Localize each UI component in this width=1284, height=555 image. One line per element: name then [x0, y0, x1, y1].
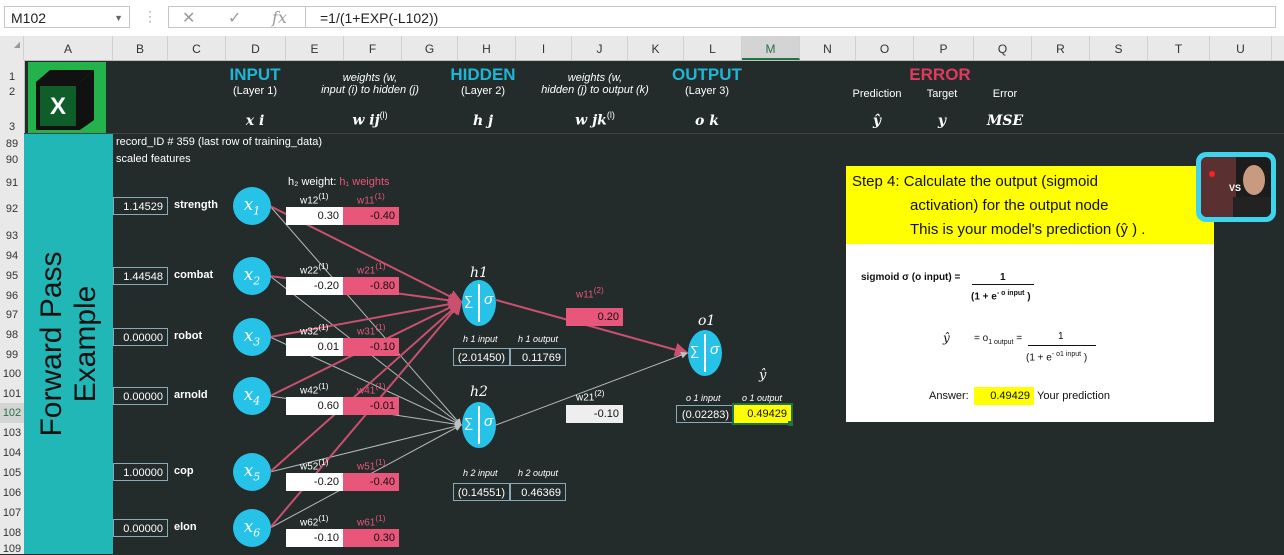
- yhat-eq: = o1 output =: [974, 333, 1023, 346]
- sigmoid-fraction-bar: [972, 284, 1034, 285]
- input-node: x6: [233, 509, 271, 547]
- h2-input-label: h 2 input: [463, 468, 498, 478]
- h2-output-cell[interactable]: 0.46369: [510, 483, 566, 501]
- h1-weight-cell[interactable]: 0.30: [343, 529, 399, 547]
- input-feature-label: strength: [174, 199, 218, 211]
- input-node: x4: [233, 377, 271, 415]
- o1-label: o1: [698, 313, 716, 329]
- w21-2-label: w21(2): [576, 388, 605, 404]
- h2-weight-cell[interactable]: -0.20: [286, 473, 343, 491]
- h1-label: h1: [470, 265, 488, 281]
- h1-weight-label: w11(1): [357, 191, 385, 207]
- input-node: x2: [233, 257, 271, 295]
- h2-weight-label: w42(1): [300, 381, 329, 397]
- input-node: x3: [233, 318, 271, 356]
- yhat-label: ŷ: [759, 368, 767, 383]
- input-feature-label: cop: [174, 465, 194, 477]
- h2-weight-label: w62(1): [300, 513, 329, 529]
- h1-weight-cell[interactable]: -0.80: [343, 277, 399, 295]
- o1-output-label: o 1 output: [742, 393, 783, 403]
- yhat-den: (1 + e- o1 input ): [1026, 351, 1088, 364]
- input-value-cell[interactable]: 1.00000: [113, 463, 168, 481]
- o1-input-cell[interactable]: (0.02283): [676, 405, 734, 423]
- vs-text: VS: [1229, 183, 1242, 193]
- h2-input-cell[interactable]: (0.14551): [453, 483, 510, 501]
- w21-2-cell[interactable]: -0.10: [566, 405, 623, 423]
- h1-output-label: h 1 output: [518, 334, 559, 344]
- h1-weight-cell[interactable]: -0.10: [343, 338, 399, 356]
- sigmoid-num: 1: [1000, 272, 1006, 283]
- yhat-fraction-bar: [1028, 345, 1096, 346]
- h2-label: h2: [470, 384, 488, 400]
- sigmoid-lhs: sigmoid σ (o input) =: [861, 272, 961, 283]
- input-feature-label: robot: [174, 330, 203, 342]
- sigmoid-den: (1 + e- o input ): [971, 290, 1031, 303]
- h1-weight-label: w21(1): [357, 261, 386, 277]
- o1-output-cell[interactable]: 0.49429: [732, 403, 793, 425]
- terminator-vs-elon-avatar: VS: [1196, 152, 1276, 222]
- input-value-cell[interactable]: 1.14529: [113, 197, 168, 215]
- h1-weight-label: w31(1): [357, 322, 386, 338]
- h1-input-label: h 1 input: [463, 334, 498, 344]
- h1-weight-cell[interactable]: -0.40: [343, 473, 399, 491]
- h2-node: ∑ σ: [462, 402, 496, 448]
- answer-note: Your prediction: [1037, 390, 1110, 402]
- input-feature-label: arnold: [174, 389, 208, 401]
- h2-weight-cell[interactable]: -0.20: [286, 277, 343, 295]
- answer-cell[interactable]: 0.49429: [974, 387, 1034, 405]
- h2-weight-label: w12(1): [300, 191, 329, 207]
- o1-input-label: o 1 input: [686, 393, 721, 403]
- h2-weight-label: w32(1): [300, 322, 329, 338]
- w11-2-cell[interactable]: 0.20: [566, 308, 623, 326]
- w11-2-label: w11(2): [576, 285, 604, 301]
- yhat-num: 1: [1058, 331, 1064, 342]
- h1-weight-label: w51(1): [357, 457, 386, 473]
- yhat-symbol: ŷ: [943, 331, 950, 345]
- input-value-cell[interactable]: 0.00000: [113, 328, 168, 346]
- h1-weight-cell[interactable]: -0.40: [343, 207, 399, 225]
- h2-weight-cell[interactable]: 0.01: [286, 338, 343, 356]
- input-feature-label: combat: [174, 269, 214, 281]
- h2-weight-cell[interactable]: -0.10: [286, 529, 343, 547]
- step-text: Step 4: Calculate the output (sigmoid ac…: [852, 173, 1146, 238]
- h1-weight-label: w41(1): [357, 381, 386, 397]
- answer-label: Answer:: [929, 390, 969, 402]
- h2-weight-label: w22(1): [300, 261, 329, 277]
- fill-handle[interactable]: [788, 421, 793, 426]
- h1-node: ∑ σ: [462, 280, 496, 326]
- h1-output-cell[interactable]: 0.11769: [510, 348, 566, 366]
- input-node: x1: [233, 187, 271, 225]
- h2-weight-cell[interactable]: 0.60: [286, 397, 343, 415]
- h2-output-label: h 2 output: [518, 468, 559, 478]
- input-feature-label: elon: [174, 521, 197, 533]
- input-value-cell[interactable]: 0.00000: [113, 519, 168, 537]
- input-value-cell[interactable]: 0.00000: [113, 387, 168, 405]
- h1-input-cell[interactable]: (2.01450): [453, 348, 510, 366]
- h2-weight-label: w52(1): [300, 457, 329, 473]
- o1-node: ∑ σ: [688, 330, 722, 376]
- h1-weight-label: w61(1): [357, 513, 386, 529]
- input-value-cell[interactable]: 1.44548: [113, 267, 168, 285]
- h1-weight-cell[interactable]: -0.01: [343, 397, 399, 415]
- h2-weight-cell[interactable]: 0.30: [286, 207, 343, 225]
- input-node: x5: [233, 453, 271, 491]
